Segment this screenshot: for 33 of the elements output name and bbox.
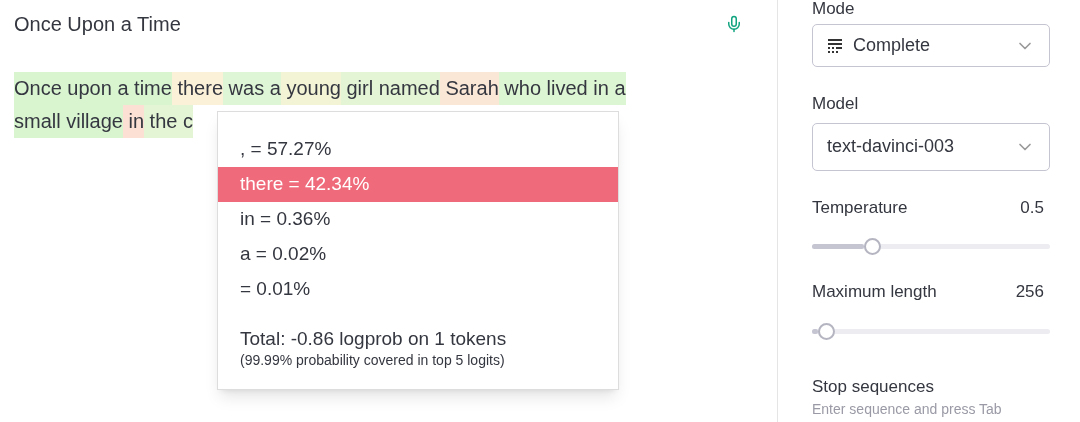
probability-item[interactable]: = 0.01%	[218, 272, 618, 307]
document-title: Once Upon a Time	[14, 12, 181, 37]
probability-item[interactable]: a = 0.02%	[218, 237, 618, 272]
coverage-note: (99.99% probability covered in top 5 logits)	[239, 351, 506, 369]
stop-sequences-hint: Enter sequence and press Tab	[812, 400, 1003, 419]
token[interactable]: young	[280, 72, 341, 105]
token[interactable]: Once upon a time	[14, 72, 172, 105]
token[interactable]: Sarah	[439, 72, 499, 105]
mode-select[interactable]: Complete	[812, 24, 1050, 67]
token[interactable]: small village	[14, 105, 123, 138]
slider-label: Maximum length	[812, 281, 937, 303]
token[interactable]: there	[171, 72, 224, 105]
probability-item[interactable]: , = 57.27%	[218, 132, 618, 167]
slider-label: Temperature	[812, 196, 908, 219]
model-label: Model	[812, 93, 860, 115]
mode-label: Mode	[812, 0, 856, 18]
model-select[interactable]: text-davinci-003	[812, 122, 1050, 171]
microphone-icon[interactable]	[725, 15, 743, 33]
slider-value: 0.5	[1020, 196, 1044, 219]
token[interactable]: in	[122, 105, 145, 138]
token[interactable]: who lived in a	[498, 72, 626, 105]
list-icon	[827, 37, 843, 54]
token[interactable]: was a	[223, 72, 281, 105]
total-text: Total: -0.86 logprob on 1 tokens	[239, 327, 508, 351]
slider[interactable]	[812, 238, 1050, 255]
token[interactable]: the c	[144, 105, 193, 138]
slider-value: 256	[1015, 281, 1044, 303]
slider-thumb[interactable]	[863, 238, 881, 255]
stop-sequences-label: Stop sequences	[812, 375, 935, 398]
token[interactable]: girl named	[340, 72, 440, 105]
slider[interactable]	[812, 322, 1050, 340]
probability-item[interactable]: in = 0.36%	[218, 202, 618, 237]
slider-thumb[interactable]	[818, 322, 836, 340]
